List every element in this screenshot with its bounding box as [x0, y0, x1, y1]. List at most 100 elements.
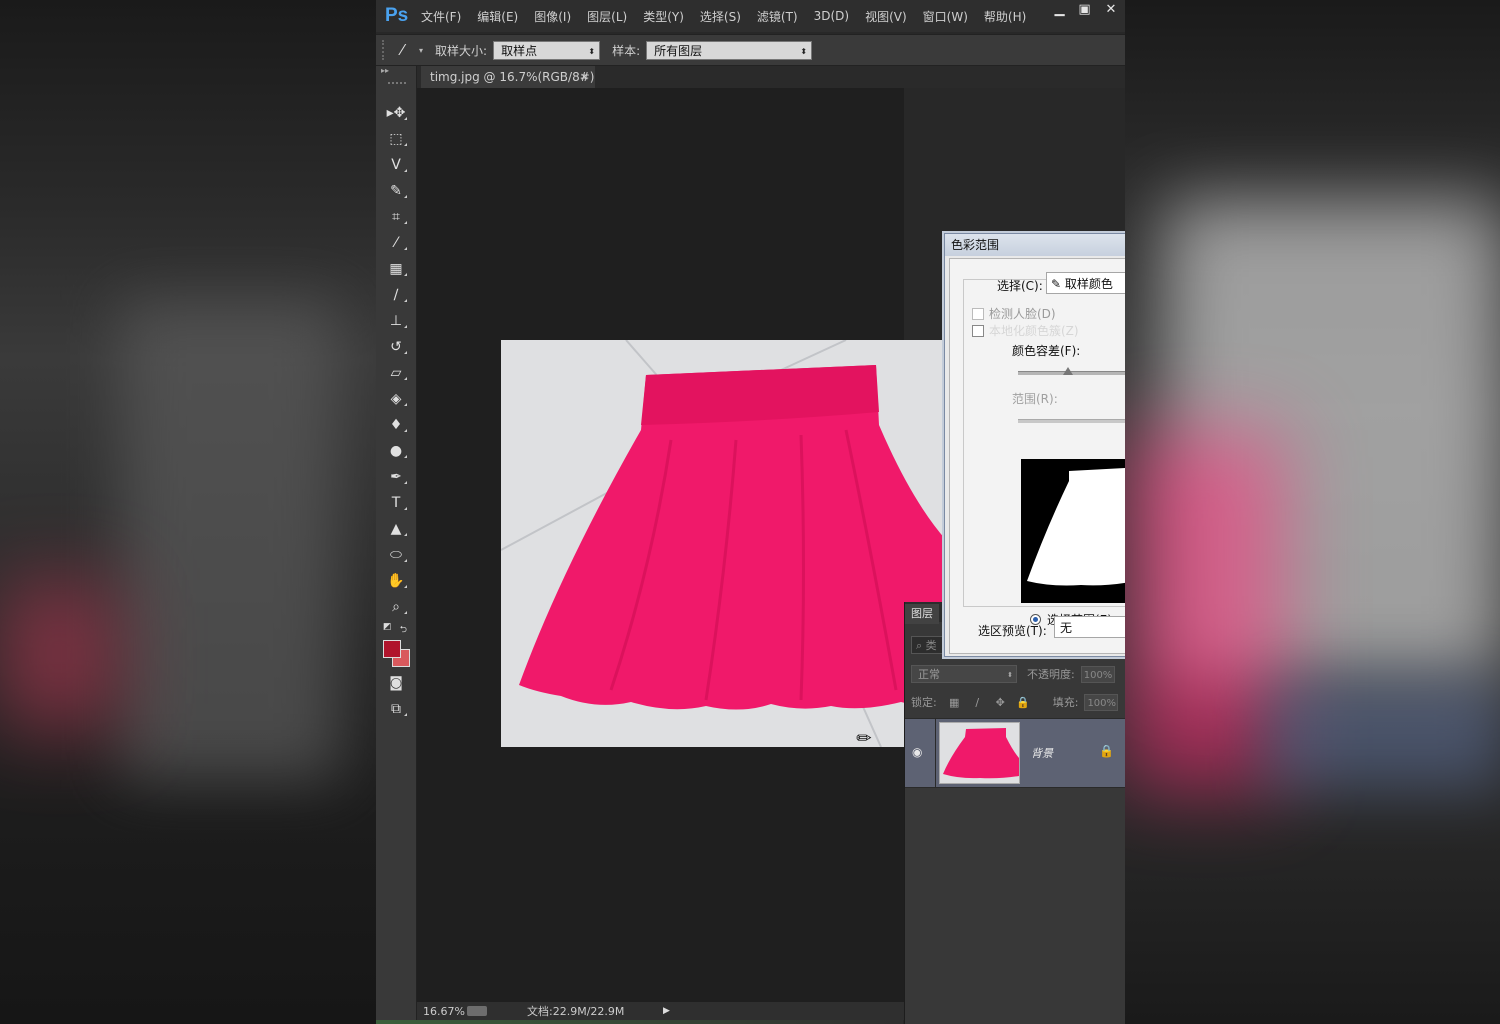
- menu-window[interactable]: 窗口(W): [923, 8, 968, 25]
- zoom-tool-icon[interactable]: ⌕: [376, 594, 416, 620]
- lock-label: 锁定:: [911, 696, 937, 709]
- quick-selection-tool-icon[interactable]: ✎: [376, 178, 416, 204]
- hand-tool-icon[interactable]: ✋: [376, 568, 416, 594]
- toolbox-grip[interactable]: [388, 82, 406, 88]
- layer-thumbnail: [939, 722, 1020, 784]
- menu-bar: Ps 文件(F) 编辑(E) 图像(I) 图层(L) 类型(Y) 选择(S) 滤…: [376, 0, 1125, 32]
- selection-preview-select[interactable]: 无: [1054, 616, 1125, 638]
- detect-faces-checkbox[interactable]: 检测人脸(D): [972, 305, 1056, 322]
- layer-visibility-eye-icon[interactable]: ◉: [912, 745, 922, 759]
- default-colors-icon[interactable]: ◩: [383, 622, 392, 636]
- crop-tool-icon[interactable]: ⌗: [376, 204, 416, 230]
- document-image[interactable]: [501, 340, 946, 747]
- detect-faces-label: 检测人脸(D): [989, 307, 1056, 321]
- proof-setup-icon[interactable]: [467, 1006, 487, 1016]
- document-tab-title: timg.jpg @ 16.7%(RGB/8#): [430, 70, 595, 84]
- blend-mode-value: 正常: [918, 668, 940, 681]
- color-swatch-controls: ◩ ⮌: [376, 622, 416, 636]
- select-mode-dropdown[interactable]: ✎ 取样颜色: [1046, 272, 1125, 294]
- canvas-area[interactable]: ✎: [417, 88, 946, 1002]
- opacity-field[interactable]: 100%: [1080, 665, 1115, 683]
- clone-stamp-tool-icon[interactable]: ⊥: [376, 308, 416, 334]
- menu-3d[interactable]: 3D(D): [814, 9, 849, 23]
- pen-tool-icon[interactable]: ✒: [376, 464, 416, 490]
- layer-lock-row: 锁定: ▦ ∕ ✥ 🔒 填充: 100%: [911, 692, 1119, 712]
- move-tool-icon[interactable]: ▸✥: [376, 100, 416, 126]
- dodge-tool-icon[interactable]: ●: [376, 438, 416, 464]
- layer-name[interactable]: 背景: [1031, 745, 1053, 761]
- backdrop-blur-shape: [1265, 680, 1500, 790]
- lasso-tool-icon[interactable]: ᐯ: [376, 152, 416, 178]
- eraser-tool-icon[interactable]: ▱: [376, 360, 416, 386]
- opacity-label: 不透明度:: [1027, 668, 1075, 681]
- zoom-level[interactable]: 16.67%: [423, 1005, 467, 1018]
- path-selection-tool-icon[interactable]: ▲: [376, 516, 416, 542]
- screen-mode-icon[interactable]: ⧉: [376, 696, 416, 722]
- fill-label: 填充:: [1052, 696, 1079, 709]
- quick-mask-icon[interactable]: ◙: [376, 670, 416, 696]
- menu-select[interactable]: 选择(S): [700, 8, 741, 25]
- eyedropper-preset-icon[interactable]: ⁄: [401, 41, 419, 59]
- blurred-backdrop-right: [1125, 0, 1500, 1024]
- fuzziness-slider[interactable]: [1018, 367, 1125, 375]
- lock-all-icon[interactable]: 🔒: [1012, 696, 1035, 709]
- menu-layer[interactable]: 图层(L): [587, 8, 627, 25]
- swap-colors-icon[interactable]: ⮌: [400, 622, 407, 636]
- sample-layers-select[interactable]: 所有图层 ⬍: [646, 40, 813, 60]
- layer-row-background[interactable]: ◉ 背景 🔒: [905, 718, 1125, 788]
- eyedropper-tool-icon[interactable]: ⁄: [376, 230, 416, 256]
- healing-brush-tool-icon[interactable]: ▦: [376, 256, 416, 282]
- blend-mode-select[interactable]: 正常 ⬍: [911, 665, 1017, 683]
- sample-size-select[interactable]: 取样点 ⬍: [493, 40, 601, 60]
- maximize-button[interactable]: ▣: [1072, 0, 1097, 20]
- ellipse-tool-icon[interactable]: ⬭: [376, 542, 416, 568]
- visibility-column-divider: [935, 719, 936, 787]
- toolbox-collapse-icon[interactable]: ▸▸: [376, 66, 416, 78]
- toolbox: ▸▸ ▸✥ ⬚ ᐯ ✎ ⌗ ⁄ ▦ ∕ ⊥ ↺ ▱ ◈ ♦ ● ✒ T ▲ ⬭ ✋ ⌕ ◩ ⮌ ◙ ⧉: [376, 66, 417, 1024]
- foreground-color-swatch[interactable]: [383, 640, 401, 658]
- layer-locked-icon: 🔒: [1099, 744, 1114, 758]
- selection-mask-preview[interactable]: [1021, 459, 1125, 603]
- marquee-tool-icon[interactable]: ⬚: [376, 126, 416, 152]
- layers-panel: 图层 ⌕ 类 正常 ⬍ 不透明度: 100% 锁定: ▦ ∕ ✥ 🔒 填充: 1…: [904, 602, 1125, 1024]
- sample-size-label: 取样大小:: [435, 43, 488, 58]
- options-bar-grip[interactable]: [382, 40, 387, 60]
- preset-dropdown-icon[interactable]: ▾: [419, 46, 423, 55]
- lock-image-pixels-icon[interactable]: ∕: [966, 696, 989, 709]
- menu-filter[interactable]: 滤镜(T): [757, 8, 798, 25]
- brush-tool-icon[interactable]: ∕: [376, 282, 416, 308]
- fill-field[interactable]: 100%: [1084, 693, 1119, 711]
- lock-position-icon[interactable]: ✥: [989, 696, 1012, 709]
- menu-view[interactable]: 视图(V): [865, 8, 907, 25]
- bottom-scroll-strip: [376, 1020, 903, 1024]
- menu-file[interactable]: 文件(F): [421, 8, 461, 25]
- sample-layers-value: 所有图层: [654, 43, 703, 58]
- checkbox-box: [972, 307, 984, 320]
- menu-type[interactable]: 类型(Y): [643, 8, 684, 25]
- menu-help[interactable]: 帮助(H): [984, 8, 1026, 25]
- localized-clusters-checkbox[interactable]: 本地化颜色簇(Z): [972, 322, 1079, 339]
- lock-transparent-pixels-icon[interactable]: ▦: [943, 696, 966, 709]
- range-slider[interactable]: [1018, 419, 1125, 423]
- status-menu-arrow-icon[interactable]: ▶: [663, 1006, 670, 1016]
- document-tab[interactable]: timg.jpg @ 16.7%(RGB/8#) ×: [421, 66, 595, 88]
- type-tool-icon[interactable]: T: [376, 490, 416, 516]
- selection-preview-label: 选区预览(T):: [978, 624, 1047, 638]
- blur-tool-icon[interactable]: ♦: [376, 412, 416, 438]
- tab-layers[interactable]: 图层: [905, 604, 939, 624]
- close-tab-icon[interactable]: ×: [580, 66, 589, 88]
- range-label: 范围(R):: [1012, 392, 1058, 406]
- dialog-title[interactable]: 色彩范围: [945, 234, 1125, 256]
- eyedropper-icon: ✎: [1051, 277, 1065, 291]
- history-brush-tool-icon[interactable]: ↺: [376, 334, 416, 360]
- paint-bucket-tool-icon[interactable]: ◈: [376, 386, 416, 412]
- minimize-button[interactable]: ▁: [1047, 0, 1072, 20]
- select-mode-value: 取样颜色: [1064, 277, 1113, 291]
- options-bar: ⁄ ▾ 取样大小: 取样点 ⬍ 样本: 所有图层 ⬍: [376, 34, 1125, 66]
- fuzziness-slider-thumb[interactable]: [1063, 367, 1074, 375]
- fuzziness-label: 颜色容差(F):: [1012, 344, 1081, 358]
- document-tab-bar: timg.jpg @ 16.7%(RGB/8#) ×: [417, 66, 1125, 88]
- close-button[interactable]: ✕: [1097, 0, 1125, 20]
- menu-edit[interactable]: 编辑(E): [477, 8, 518, 25]
- menu-image[interactable]: 图像(I): [534, 8, 571, 25]
